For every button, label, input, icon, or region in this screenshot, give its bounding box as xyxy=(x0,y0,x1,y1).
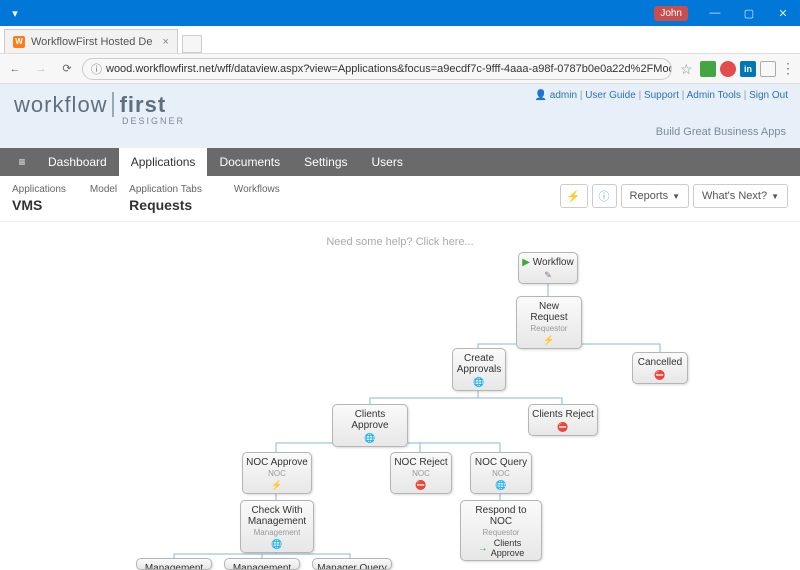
favicon-icon: W xyxy=(13,36,25,48)
globe-icon: 🌐 xyxy=(243,539,311,550)
url-text: wood.workflowfirst.net/wff/dataview.aspx… xyxy=(106,63,672,75)
extension-box-icon[interactable] xyxy=(760,61,776,77)
chevron-down-icon: ▼ xyxy=(771,192,779,201)
tagline: Build Great Business Apps xyxy=(656,126,786,138)
chevron-down-icon: ▼ xyxy=(672,192,680,201)
nav-users[interactable]: Users xyxy=(360,148,415,176)
main-nav: ≡ Dashboard Applications Documents Setti… xyxy=(0,148,800,176)
nav-dashboard[interactable]: Dashboard xyxy=(36,148,119,176)
whats-next-dropdown[interactable]: What's Next?▼ xyxy=(693,184,788,208)
browser-menu-icon[interactable]: ⋮ xyxy=(780,60,796,77)
nav-back-button[interactable]: ← xyxy=(4,58,26,80)
node-noc-query[interactable]: NOC Query NOC 🌐 xyxy=(470,452,532,494)
nav-settings[interactable]: Settings xyxy=(292,148,359,176)
sub-bar: Applications VMS Model Application Tabs … xyxy=(0,176,800,222)
link-sign-out[interactable]: Sign Out xyxy=(749,90,788,101)
extension-tray: ☆ in ⋮ xyxy=(676,60,796,77)
bookmark-star-icon[interactable]: ☆ xyxy=(680,61,696,77)
linkedin-icon[interactable]: in xyxy=(740,61,756,77)
tab-title: WorkflowFirst Hosted De xyxy=(31,36,152,48)
crumb-model: Model xyxy=(90,184,117,195)
node-noc-reject[interactable]: NOC Reject NOC ⛔ xyxy=(390,452,452,494)
info-icon: ⓘ xyxy=(599,188,610,204)
extension-green-icon[interactable] xyxy=(700,61,716,77)
node-create-approvals[interactable]: Create Approvals 🌐 xyxy=(452,348,506,391)
nav-reload-button[interactable]: ⟳ xyxy=(56,58,78,80)
crumb-col-1[interactable]: Applications VMS xyxy=(12,184,66,213)
nav-applications[interactable]: Applications xyxy=(119,148,208,176)
node-management-a[interactable]: Management xyxy=(136,558,212,570)
nav-forward-button[interactable]: → xyxy=(30,58,52,80)
node-noc-approve[interactable]: NOC Approve NOC ⚡ xyxy=(242,452,312,494)
node-respond-to-noc[interactable]: Respond to NOC Requestor → Clients Appro… xyxy=(460,500,542,561)
node-clients-approve[interactable]: Clients Approve 🌐 xyxy=(332,404,408,447)
browser-tab[interactable]: W WorkflowFirst Hosted De × xyxy=(4,29,178,53)
globe-icon: 🌐 xyxy=(473,480,529,491)
workflow-canvas[interactable]: ▶ Workflow ✎ New Request Requestor ⚡ Cre… xyxy=(0,248,800,564)
window-maximize-button[interactable]: ▢ xyxy=(732,0,766,26)
tab-close-icon[interactable]: × xyxy=(162,36,168,48)
edit-icon: ✎ xyxy=(521,270,575,281)
arrow-right-icon: → xyxy=(478,543,488,554)
app-header: workflowfirst DESIGNER 👤 admin | User Gu… xyxy=(0,84,800,148)
link-support[interactable]: Support xyxy=(644,90,679,101)
stop-icon: ⛔ xyxy=(531,422,595,433)
link-admin-tools[interactable]: Admin Tools xyxy=(687,90,741,101)
window-close-button[interactable]: ✕ xyxy=(766,0,800,26)
stop-icon: ⛔ xyxy=(393,480,449,491)
help-hint[interactable]: Need some help? Click here... xyxy=(0,236,800,248)
browser-address-bar: ← → ⟳ ⓘ wood.workflowfirst.net/wff/datav… xyxy=(0,54,800,84)
header-links: 👤 admin | User Guide | Support | Admin T… xyxy=(535,90,788,101)
lightning-icon: ⚡ xyxy=(567,190,581,203)
crumb-vms: VMS xyxy=(12,197,66,213)
info-icon: ⓘ xyxy=(91,61,102,77)
browser-tabstrip: W WorkflowFirst Hosted De × xyxy=(0,26,800,54)
node-new-request[interactable]: New Request Requestor ⚡ xyxy=(516,296,582,349)
lightning-icon: ⚡ xyxy=(519,335,579,346)
node-clients-reject[interactable]: Clients Reject ⛔ xyxy=(528,404,598,436)
workflow-icon: ▶ xyxy=(522,257,530,268)
crumb-applications: Applications xyxy=(12,184,66,195)
window-titlebar: ▾ John — ▢ ✕ xyxy=(0,0,800,26)
crumb-app-tabs: Application Tabs xyxy=(129,184,202,195)
window-minimize-button[interactable]: — xyxy=(698,0,732,26)
crumb-col-2[interactable]: Model xyxy=(90,184,117,195)
node-management-b[interactable]: Management xyxy=(224,558,300,570)
reports-dropdown[interactable]: Reports▼ xyxy=(621,184,689,208)
globe-icon: 🌐 xyxy=(455,377,503,388)
user-chip[interactable]: John xyxy=(654,6,688,21)
tool-lightning-button[interactable]: ⚡ xyxy=(560,184,588,208)
url-field[interactable]: ⓘ wood.workflowfirst.net/wff/dataview.as… xyxy=(82,58,672,80)
crumb-col-3[interactable]: Application Tabs Requests xyxy=(129,184,202,213)
link-admin[interactable]: admin xyxy=(550,90,577,101)
extension-red-icon[interactable] xyxy=(720,61,736,77)
globe-icon: 🌐 xyxy=(335,433,405,444)
node-cancelled[interactable]: Cancelled ⛔ xyxy=(632,352,688,384)
tool-info-button[interactable]: ⓘ xyxy=(592,184,617,208)
crumb-col-4[interactable]: Workflows xyxy=(234,184,280,195)
node-check-management[interactable]: Check With Management Management 🌐 xyxy=(240,500,314,553)
crumb-requests: Requests xyxy=(129,197,202,213)
link-user-guide[interactable]: User Guide xyxy=(585,90,636,101)
logo-word-b: first xyxy=(112,92,167,117)
lightning-icon: ⚡ xyxy=(245,480,309,491)
user-icon: 👤 xyxy=(535,90,547,101)
stop-icon: ⛔ xyxy=(635,370,685,381)
node-manager-query[interactable]: Manager Query xyxy=(312,558,392,570)
logo-sub: DESIGNER xyxy=(122,116,786,126)
nav-documents[interactable]: Documents xyxy=(207,148,292,176)
crumb-workflows: Workflows xyxy=(234,184,280,195)
logo-word-a: workflow xyxy=(14,92,108,117)
node-workflow[interactable]: ▶ Workflow ✎ xyxy=(518,252,578,284)
new-tab-button[interactable] xyxy=(182,35,202,53)
window-menu-icon[interactable]: ▾ xyxy=(0,7,30,20)
hamburger-icon[interactable]: ≡ xyxy=(8,148,36,176)
